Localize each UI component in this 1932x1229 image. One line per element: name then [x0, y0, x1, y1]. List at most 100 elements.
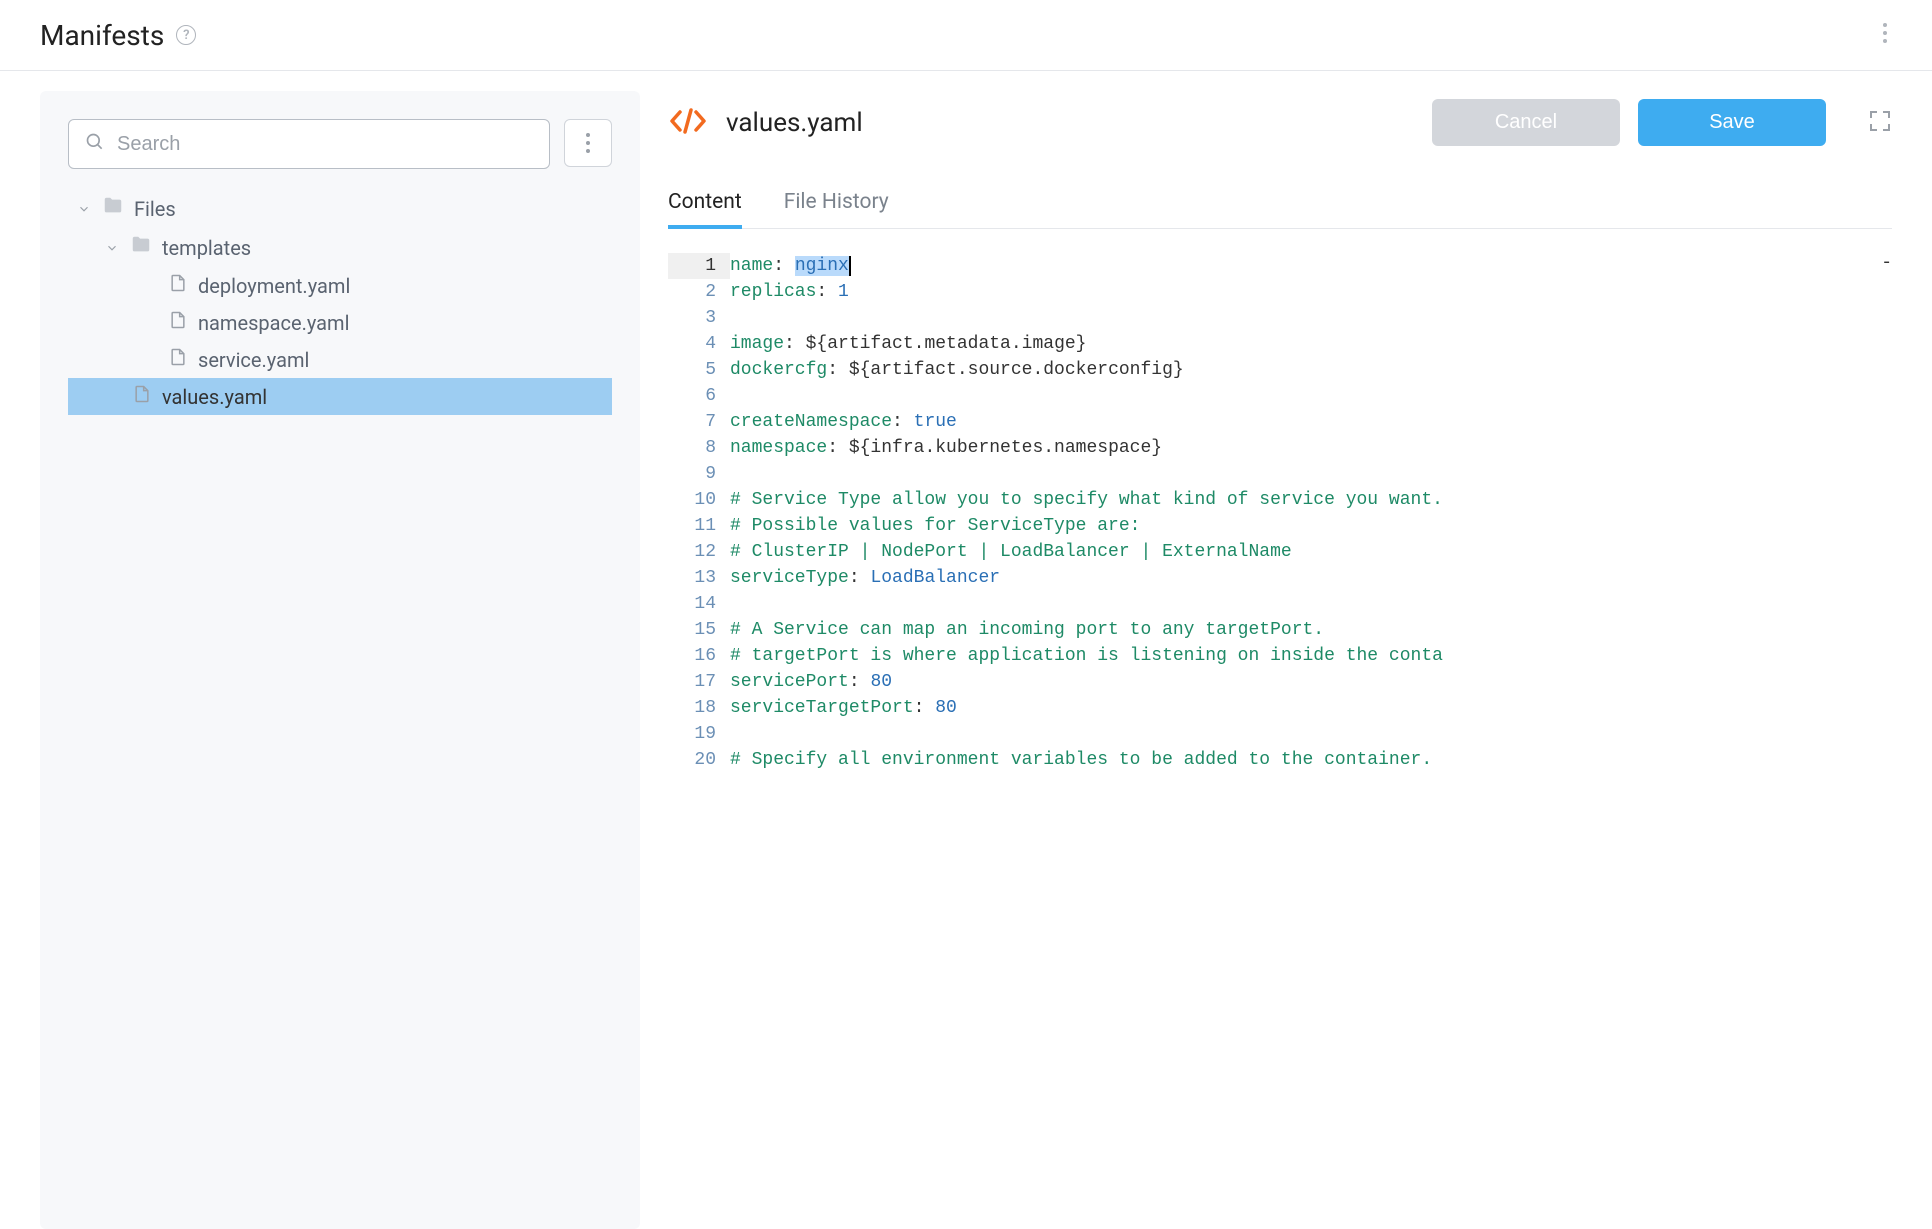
line-number: 12 [668, 539, 730, 565]
code-line[interactable]: 8namespace: ${infra.kubernetes.namespace… [668, 435, 1892, 461]
line-number: 15 [668, 617, 730, 643]
chevron-down-icon [104, 241, 120, 255]
line-content[interactable]: serviceType: LoadBalancer [730, 565, 1892, 591]
file-icon [168, 273, 188, 298]
line-content[interactable]: serviceTargetPort: 80 [730, 695, 1892, 721]
line-content[interactable]: image: ${artifact.metadata.image} [730, 331, 1892, 357]
tree-file[interactable]: deployment.yaml [68, 267, 612, 304]
line-number: 9 [668, 461, 730, 487]
file-icon [168, 310, 188, 335]
file-icon [168, 347, 188, 372]
line-number: 6 [668, 383, 730, 409]
tree-folder-label: templates [162, 236, 251, 260]
line-number: 3 [668, 305, 730, 331]
line-content[interactable]: # Service Type allow you to specify what… [730, 487, 1892, 513]
code-line[interactable]: 17servicePort: 80 [668, 669, 1892, 695]
tree-file-label: deployment.yaml [198, 274, 350, 298]
line-number: 1 [668, 253, 730, 279]
sidebar-menu-button[interactable] [564, 119, 612, 167]
main: Files templates deployment.yaml namespace… [0, 71, 1932, 1229]
line-number: 11 [668, 513, 730, 539]
code-line[interactable]: 3 [668, 305, 1892, 331]
code-line[interactable]: 9 [668, 461, 1892, 487]
tree-file[interactable]: service.yaml [68, 341, 612, 378]
code-line[interactable]: 14 [668, 591, 1892, 617]
line-content[interactable]: servicePort: 80 [730, 669, 1892, 695]
page-header: Manifests ? [0, 0, 1932, 71]
line-number: 8 [668, 435, 730, 461]
line-number: 13 [668, 565, 730, 591]
editor-panel: values.yaml Cancel Save Content File His… [640, 71, 1932, 1229]
page-title: Manifests [40, 19, 164, 52]
tree-file-label: values.yaml [162, 385, 267, 409]
code-file-icon [668, 104, 708, 142]
code-line[interactable]: 15# A Service can map an incoming port t… [668, 617, 1892, 643]
code-line[interactable]: 5dockercfg: ${artifact.source.dockerconf… [668, 357, 1892, 383]
code-editor[interactable]: - 1name: nginx2replicas: 134image: ${art… [668, 253, 1892, 773]
tree-folder-templates[interactable]: templates [68, 228, 612, 267]
line-number: 7 [668, 409, 730, 435]
line-content[interactable] [730, 721, 1892, 747]
search-row [68, 119, 612, 169]
editor-header: values.yaml Cancel Save [668, 99, 1892, 146]
line-content[interactable]: # Specify all environment variables to b… [730, 747, 1892, 773]
line-content[interactable]: namespace: ${infra.kubernetes.namespace} [730, 435, 1892, 461]
code-line[interactable]: 2replicas: 1 [668, 279, 1892, 305]
code-line[interactable]: 16# targetPort is where application is l… [668, 643, 1892, 669]
code-line[interactable]: 6 [668, 383, 1892, 409]
tree-root[interactable]: Files [68, 189, 612, 228]
page-title-wrap: Manifests ? [40, 19, 196, 52]
line-content[interactable]: replicas: 1 [730, 279, 1892, 305]
tree-root-label: Files [134, 197, 176, 221]
line-content[interactable]: # A Service can map an incoming port to … [730, 617, 1892, 643]
line-number: 16 [668, 643, 730, 669]
chevron-down-icon [76, 202, 92, 216]
tree-file-label: namespace.yaml [198, 311, 349, 335]
line-content[interactable]: dockercfg: ${artifact.source.dockerconfi… [730, 357, 1892, 383]
line-number: 10 [668, 487, 730, 513]
code-line[interactable]: 19 [668, 721, 1892, 747]
save-button[interactable]: Save [1638, 99, 1826, 146]
code-line[interactable]: 1name: nginx [668, 253, 1892, 279]
line-number: 19 [668, 721, 730, 747]
line-number: 14 [668, 591, 730, 617]
line-number: 4 [668, 331, 730, 357]
code-line[interactable]: 13serviceType: LoadBalancer [668, 565, 1892, 591]
tab-history[interactable]: File History [784, 182, 889, 228]
line-content[interactable] [730, 461, 1892, 487]
tree-file[interactable]: namespace.yaml [68, 304, 612, 341]
line-content[interactable]: name: nginx [730, 253, 1892, 279]
tab-content[interactable]: Content [668, 182, 742, 228]
line-content[interactable] [730, 305, 1892, 331]
code-line[interactable]: 4image: ${artifact.metadata.image} [668, 331, 1892, 357]
line-content[interactable]: createNamespace: true [730, 409, 1892, 435]
search-input[interactable] [117, 133, 533, 156]
cancel-button[interactable]: Cancel [1432, 99, 1620, 146]
help-icon[interactable]: ? [176, 25, 196, 45]
line-content[interactable]: # targetPort is where application is lis… [730, 643, 1892, 669]
line-number: 18 [668, 695, 730, 721]
line-number: 2 [668, 279, 730, 305]
code-line[interactable]: 10# Service Type allow you to specify wh… [668, 487, 1892, 513]
search-box[interactable] [68, 119, 550, 169]
line-content[interactable]: # ClusterIP | NodePort | LoadBalancer | … [730, 539, 1892, 565]
code-line[interactable]: 20# Specify all environment variables to… [668, 747, 1892, 773]
line-number: 5 [668, 357, 730, 383]
line-content[interactable]: # Possible values for ServiceType are: [730, 513, 1892, 539]
line-content[interactable] [730, 383, 1892, 409]
code-line[interactable]: 18serviceTargetPort: 80 [668, 695, 1892, 721]
file-icon [132, 384, 152, 409]
code-line[interactable]: 11# Possible values for ServiceType are: [668, 513, 1892, 539]
editor-filename: values.yaml [726, 108, 863, 138]
expand-icon[interactable] [1868, 109, 1892, 137]
editor-tabs: Content File History [668, 182, 1892, 229]
file-tree: Files templates deployment.yaml namespace… [68, 189, 612, 415]
header-menu-icon[interactable] [1878, 18, 1892, 52]
line-content[interactable] [730, 591, 1892, 617]
code-line[interactable]: 12# ClusterIP | NodePort | LoadBalancer … [668, 539, 1892, 565]
folder-icon [102, 195, 124, 222]
line-number: 20 [668, 747, 730, 773]
code-line[interactable]: 7createNamespace: true [668, 409, 1892, 435]
tree-file[interactable]: values.yaml [68, 378, 612, 415]
search-icon [85, 132, 105, 156]
